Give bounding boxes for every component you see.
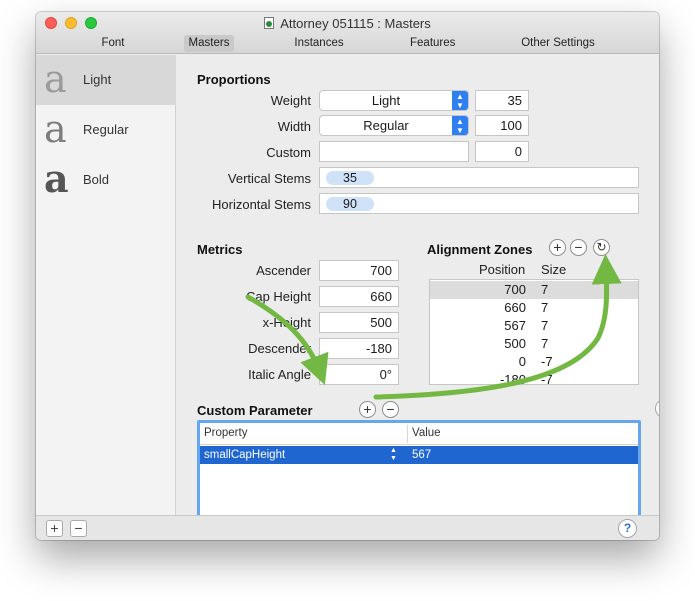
annotation-arrows (245, 254, 622, 400)
arrow-parameter-to-refresh (373, 254, 622, 400)
arrow-cap-height-to-add (245, 294, 329, 386)
